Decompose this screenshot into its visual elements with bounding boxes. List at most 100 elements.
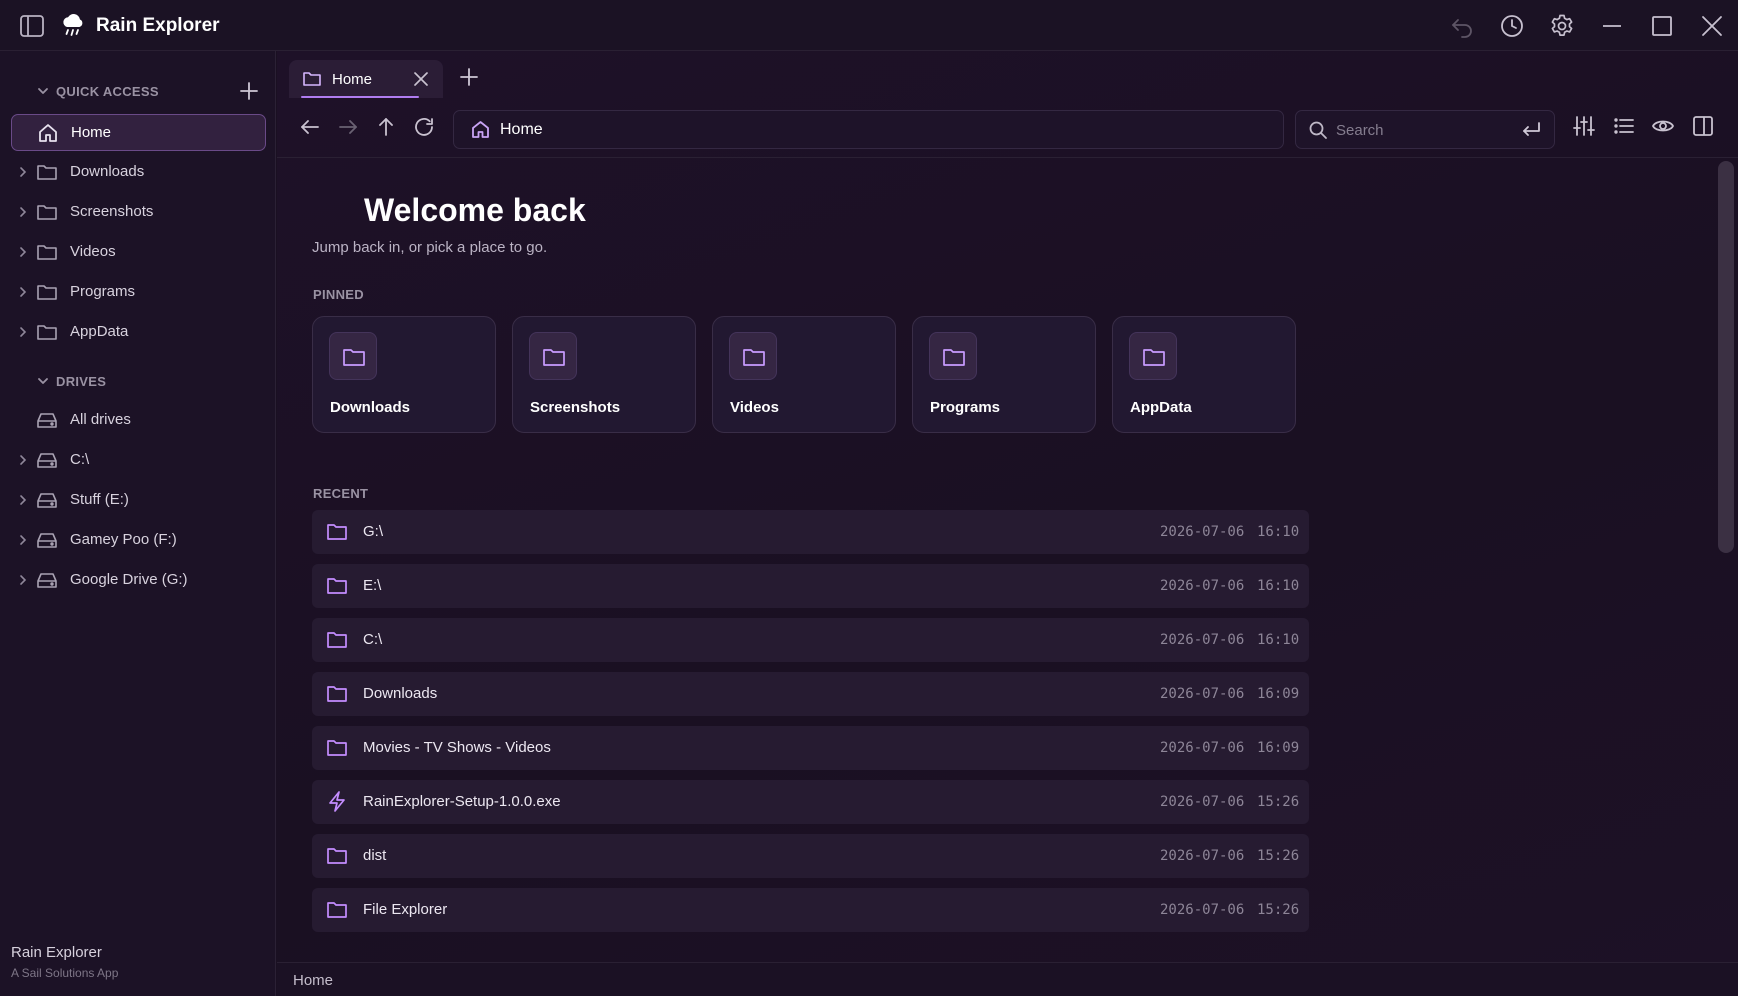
pinned-icon-tile [1129,332,1177,380]
close-tab-icon[interactable] [412,70,430,88]
scrollbar-thumb[interactable] [1718,161,1734,553]
quick-access-header[interactable]: QUICK ACCESS [36,81,159,101]
recent-item-date: 2026-07-06 [1160,740,1245,756]
close-icon[interactable] [1699,13,1725,39]
recent-item-time: 15:26 [1257,902,1300,918]
new-tab-button[interactable] [458,66,480,88]
recent-row[interactable]: RainExplorer-Setup-1.0.0.exe 2026-07-06 … [312,780,1309,824]
recent-row[interactable]: E:\ 2026-07-06 16:10 [312,564,1309,608]
forward-arrow-icon[interactable] [336,115,360,139]
sidebar-toggle-icon[interactable] [19,14,45,38]
chevron-right-icon[interactable] [17,494,29,506]
eye-icon[interactable] [1651,114,1675,138]
recent-row[interactable]: File Explorer 2026-07-06 15:26 [312,888,1309,932]
folder-icon [326,521,348,542]
folder-icon [326,629,348,650]
pinned-icon-tile [529,332,577,380]
enter-icon[interactable] [1520,120,1542,140]
split-pane-icon[interactable] [1691,114,1715,138]
navigation-toolbar: Home [277,101,1738,158]
chevron-right-icon[interactable] [17,206,29,218]
recent-item-date: 2026-07-06 [1160,578,1245,594]
sidebar-item-drive-g[interactable]: Google Drive (G:) [11,562,266,599]
sidebar-item-label: AppData [70,323,129,340]
folder-icon [36,242,58,262]
folder-icon [943,349,965,366]
tab-home[interactable]: Home [289,60,443,98]
chevron-right-icon[interactable] [17,326,29,338]
sidebar-item-label: Stuff (E:) [70,491,129,508]
folder-icon [326,899,348,920]
recent-item-name: RainExplorer-Setup-1.0.0.exe [363,793,561,810]
sidebar-footer-title: Rain Explorer [11,944,102,961]
recent-row[interactable]: dist 2026-07-06 15:26 [312,834,1309,878]
recent-row[interactable]: Movies - TV Shows - Videos 2026-07-06 16… [312,726,1309,770]
sidebar-item-label: Google Drive (G:) [70,571,188,588]
recent-item-date: 2026-07-06 [1160,794,1245,810]
drive-icon [36,490,58,510]
drive-icon [36,530,58,550]
pinned-card-label: Videos [730,399,779,416]
undo-icon[interactable] [1449,13,1475,39]
drives-header[interactable]: DRIVES [36,371,106,391]
sidebar-item-all-drives[interactable]: All drives [11,402,266,439]
drive-icon [36,450,58,470]
filter-sliders-icon[interactable] [1572,114,1596,138]
recent-section-label: RECENT [313,486,369,501]
chevron-right-icon[interactable] [17,574,29,586]
sidebar-item-label: All drives [70,411,131,428]
drives-label: DRIVES [56,373,107,389]
recent-row[interactable]: C:\ 2026-07-06 16:10 [312,618,1309,662]
sidebar-item-drive-e[interactable]: Stuff (E:) [11,482,266,519]
chevron-right-icon[interactable] [17,166,29,178]
folder-icon [326,737,348,758]
folder-icon [36,322,58,342]
gear-icon[interactable] [1549,13,1575,39]
sidebar-item-screenshots[interactable]: Screenshots [11,194,266,231]
sidebar-item-home[interactable]: Home [11,114,266,151]
pinned-card-screenshots[interactable]: Screenshots [512,316,696,433]
sidebar-item-drive-c[interactable]: C:\ [11,442,266,479]
folder-icon [743,349,765,366]
chevron-right-icon[interactable] [17,286,29,298]
add-quick-access-button[interactable] [238,80,260,102]
history-icon[interactable] [1499,13,1525,39]
page-subtitle: Jump back in, or pick a place to go. [312,239,548,256]
refresh-icon[interactable] [412,115,436,139]
sidebar-item-programs[interactable]: Programs [11,274,266,311]
sidebar-item-appdata[interactable]: AppData [11,314,266,351]
chevron-right-icon[interactable] [17,246,29,258]
chevron-right-icon[interactable] [17,454,29,466]
recent-row[interactable]: Downloads 2026-07-06 16:09 [312,672,1309,716]
recent-item-name: Downloads [363,685,438,702]
minimize-icon[interactable] [1599,13,1625,39]
maximize-icon[interactable] [1649,13,1675,39]
tab-strip: Home [277,51,1738,101]
pinned-card-appdata[interactable]: AppData [1112,316,1296,433]
pinned-card-label: Screenshots [530,399,621,416]
back-arrow-icon[interactable] [298,115,322,139]
pinned-card-label: Downloads [330,399,411,416]
search-input[interactable] [1336,118,1506,142]
chevron-right-icon[interactable] [17,534,29,546]
pinned-icon-tile [929,332,977,380]
recent-row[interactable]: G:\ 2026-07-06 16:10 [312,510,1309,554]
up-arrow-icon[interactable] [374,115,398,139]
search-box[interactable] [1295,110,1555,149]
sidebar-item-label: C:\ [70,451,90,468]
status-bar: Home [277,962,1738,996]
list-view-icon[interactable] [1612,114,1636,138]
recent-item-time: 16:10 [1257,524,1300,540]
pinned-card-programs[interactable]: Programs [912,316,1096,433]
sidebar-item-downloads[interactable]: Downloads [11,154,266,191]
sidebar-item-drive-f[interactable]: Gamey Poo (F:) [11,522,266,559]
sidebar-item-label: Screenshots [70,203,154,220]
sidebar-item-videos[interactable]: Videos [11,234,266,271]
pinned-card-downloads[interactable]: Downloads [312,316,496,433]
recent-item-date: 2026-07-06 [1160,686,1245,702]
pinned-card-videos[interactable]: Videos [712,316,896,433]
sidebar-item-label: Home [71,124,112,141]
address-bar[interactable]: Home [453,110,1284,149]
address-breadcrumb[interactable]: Home [500,121,543,139]
recent-item-name: Movies - TV Shows - Videos [363,739,551,756]
